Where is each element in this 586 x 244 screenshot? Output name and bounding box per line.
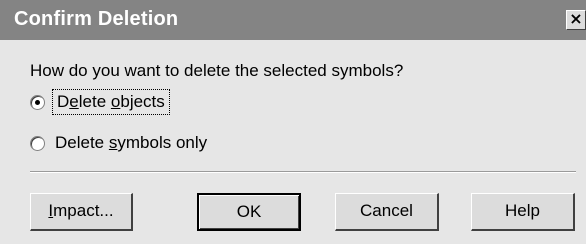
option-delete-symbols-only-label[interactable]: Delete symbols only	[55, 133, 207, 153]
radio-delete-objects[interactable]	[30, 94, 45, 110]
option-delete-objects-label[interactable]: Delete objects	[52, 89, 170, 115]
impact-button[interactable]: Impact...	[30, 193, 133, 231]
confirm-deletion-dialog: Confirm Deletion × How do you want to de…	[0, 0, 586, 244]
option-delete-symbols-only[interactable]: Delete symbols only	[30, 133, 207, 153]
close-icon[interactable]: ×	[566, 10, 586, 30]
dialog-body: How do you want to delete the selected s…	[0, 40, 586, 244]
radio-delete-symbols-only[interactable]	[30, 135, 45, 151]
question-text: How do you want to delete the selected s…	[30, 61, 404, 80]
button-label: mpact...	[53, 201, 114, 220]
label-part: bjects	[120, 92, 165, 111]
accelerator-key: o	[110, 92, 121, 111]
label-part: lete	[78, 92, 111, 111]
label-part: Delete	[55, 133, 109, 152]
cancel-button[interactable]: Cancel	[335, 193, 439, 231]
help-button[interactable]: Help	[471, 193, 575, 231]
ok-button[interactable]: OK	[197, 193, 301, 231]
label-part: D	[57, 92, 70, 111]
label-part: ymbols only	[117, 133, 208, 152]
dialog-title: Confirm Deletion	[14, 8, 179, 30]
title-bar[interactable]: Confirm Deletion ×	[0, 0, 586, 40]
accelerator-key: e	[69, 92, 79, 111]
option-delete-objects[interactable]: Delete objects	[30, 89, 170, 115]
separator	[30, 171, 576, 173]
